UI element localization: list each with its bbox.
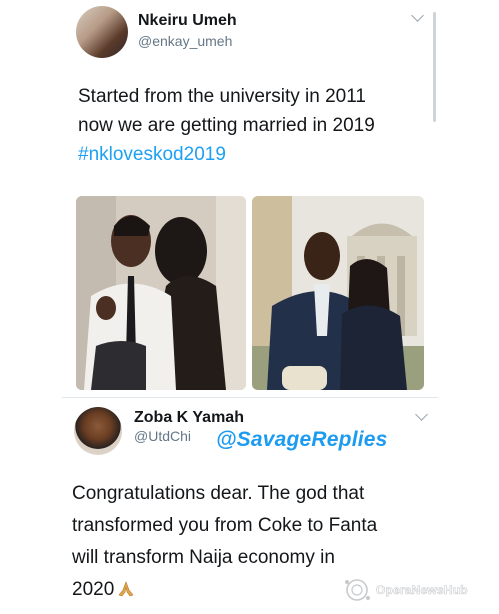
- reply-text-line: transformed you from Coke to Fanta: [72, 515, 378, 536]
- opera-news-hub-logo-icon: [345, 579, 370, 601]
- chevron-down-icon[interactable]: [411, 9, 424, 22]
- tweet-text: Started from the university in 2011 now …: [78, 82, 375, 169]
- tweet-photo-2[interactable]: [252, 196, 424, 390]
- praying-hands-emoji-icon: [118, 581, 134, 597]
- reply-text-line: will transform Naija economy in: [72, 547, 335, 568]
- photo-1-image: [76, 196, 246, 390]
- tweet-text-line: now we are getting married in 2019: [78, 115, 375, 136]
- author-name[interactable]: Nkeiru Umeh: [138, 12, 237, 30]
- scrollbar[interactable]: [433, 12, 436, 122]
- reply-author-avatar[interactable]: [74, 407, 122, 455]
- chevron-down-icon[interactable]: [415, 408, 428, 421]
- savage-replies-tag[interactable]: @SavageReplies: [216, 428, 388, 452]
- reply-author-name[interactable]: Zoba K Yamah: [134, 409, 244, 427]
- reply-text-line: 2020: [72, 579, 115, 600]
- opera-news-hub-watermark: OperaNewsHub: [342, 576, 468, 604]
- photo-2-image: [252, 196, 424, 390]
- tweet-divider: [62, 397, 438, 398]
- author-handle[interactable]: @enkay_umeh: [138, 33, 232, 49]
- watermark-text: OperaNewsHub: [376, 583, 468, 598]
- tweet-photo-1[interactable]: [76, 196, 246, 390]
- reply-text-line: Congratulations dear. The god that: [72, 483, 365, 504]
- author-avatar[interactable]: [76, 6, 128, 58]
- tweet-card: Nkeiru Umeh @enkay_umeh Started from the…: [0, 0, 499, 614]
- hashtag-link[interactable]: #nkloveskod2019: [78, 140, 375, 169]
- tweet-text-line: Started from the university in 2011: [78, 86, 366, 107]
- reply-author-handle[interactable]: @UtdChi: [134, 428, 191, 444]
